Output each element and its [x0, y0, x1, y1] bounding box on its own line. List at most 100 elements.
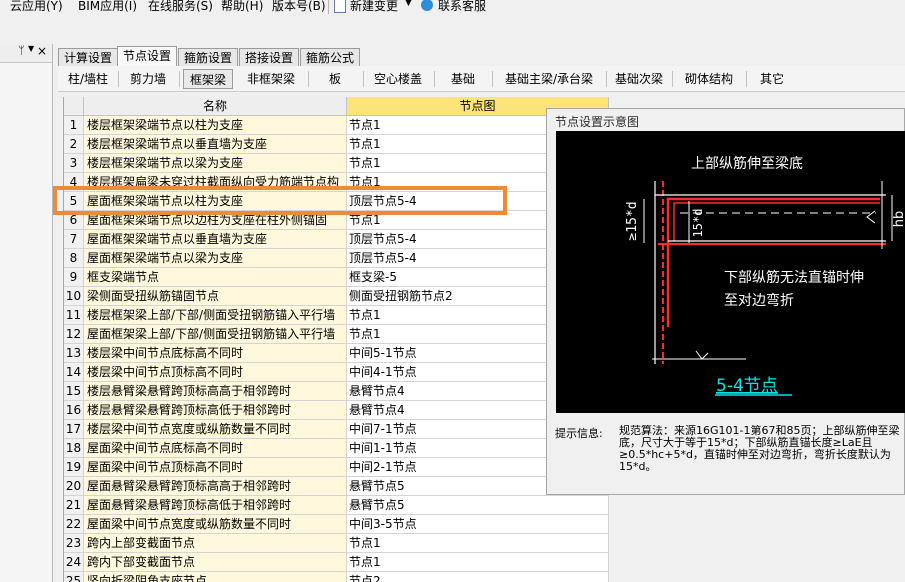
menu-version[interactable]: 版本号(B) [272, 0, 326, 14]
toolbar-shear-wall[interactable]: 剪力墙 [122, 69, 174, 89]
row-name-cell: 楼层框架梁端节点以垂直墙为支座 [84, 135, 347, 154]
tab-stirrup-formula[interactable]: 箍筋公式 [300, 48, 361, 66]
row-name-cell: 跨内上部变截面节点 [84, 534, 347, 553]
tab-stirrup-settings[interactable]: 箍筋设置 [178, 48, 239, 66]
row-number: 25 [64, 572, 84, 582]
tab-node-settings[interactable]: 节点设置 [117, 46, 178, 67]
customer-service-icon [421, 0, 433, 11]
row-name-cell: 楼层梁中间节点宽度或纵筋数量不同时 [84, 420, 347, 439]
table-row[interactable]: 12 屋面框架梁上部/下部/侧面受扭钢筋锚入平行墙 节点1 [64, 325, 609, 344]
row-highlight-box [53, 186, 507, 215]
row-number: 19 [64, 458, 84, 477]
row-number: 24 [64, 553, 84, 572]
toolbar-column-wall[interactable]: 柱/墙柱 [62, 69, 114, 89]
toolbar-hollow-floor[interactable]: 空心楼盖 [366, 69, 430, 89]
node-diagram-svg: 上部纵筋伸至梁底 hb ≥15*d 15*d 下部纵筋无法直锚时伸 至对边弯折 … [625, 155, 905, 396]
table-row[interactable]: 2 楼层框架梁端节点以垂直墙为支座 节点1 [64, 135, 609, 154]
panel-title: 节点设置示意图 [555, 115, 640, 129]
dock-menu-icon[interactable]: ▼ [28, 44, 34, 53]
row-name-cell: 楼层梁中间节点底标高不同时 [84, 344, 347, 363]
toolbar-masonry[interactable]: 砌体结构 [676, 69, 742, 89]
row-name-cell: 楼层框架梁端节点以柱为支座 [84, 116, 347, 135]
table-row[interactable]: 8 屋面框架梁端节点以梁为支座 顶层节点5-4 [64, 249, 609, 268]
new-change-button[interactable]: 新建变更 [350, 0, 398, 14]
node-settings-table: 名称 节点图 1 楼层框架梁端节点以柱为支座 节点1 2 楼层框架梁端节点以垂直墙为支座… [63, 97, 609, 582]
row-name-cell: 屋面梁中间节点宽度或纵筋数量不同时 [84, 515, 347, 534]
close-icon[interactable]: × [37, 44, 47, 58]
row-number: 7 [64, 230, 84, 249]
toolbar-separator [434, 71, 435, 87]
row-number: 9 [64, 268, 84, 287]
table-row[interactable]: 11 楼层框架梁上部/下部/侧面受扭钢筋锚入平行墙 节点1 [64, 306, 609, 325]
row-number: 12 [64, 325, 84, 344]
table-row[interactable]: 15 楼层悬臂梁悬臂跨顶标高高于相邻跨时 悬臂节点4 [64, 382, 609, 401]
toolbar-separator [308, 71, 309, 87]
tab-lap-settings[interactable]: 搭接设置 [239, 48, 300, 66]
toolbar-other[interactable]: 其它 [750, 69, 794, 89]
menu-help[interactable]: 帮助(H) [221, 0, 263, 14]
toolbar-separator [492, 71, 493, 87]
table-row[interactable]: 24 跨内下部变截面节点 节点1 [64, 553, 609, 572]
toolbar-separator [606, 71, 607, 87]
table-row[interactable]: 21 屋面悬臂梁悬臂跨顶标高低于相邻跨时 悬臂节点5 [64, 496, 609, 515]
row-number: 18 [64, 439, 84, 458]
table-row[interactable]: 17 楼层梁中间节点宽度或纵筋数量不同时 中间7-1节点 [64, 420, 609, 439]
pin-icon[interactable]: ᛘ [18, 44, 25, 57]
hb-label: hb [892, 211, 905, 228]
row-name-cell: 楼层框架梁上部/下部/侧面受扭钢筋锚入平行墙 [84, 306, 347, 325]
row-node-cell[interactable]: 节点2 [347, 572, 609, 582]
row-number: 22 [64, 515, 84, 534]
table-row[interactable]: 7 屋面框架梁端节点以垂直墙为支座 顶层节点5-4 [64, 230, 609, 249]
row-name-cell: 屋面梁中间节点底标高不同时 [84, 439, 347, 458]
row-number: 15 [64, 382, 84, 401]
table-row[interactable]: 14 楼层梁中间节点顶标高不同时 中间4-1节点 [64, 363, 609, 382]
table-row[interactable]: 22 屋面梁中间节点宽度或纵筋数量不同时 中间3-5节点 [64, 515, 609, 534]
table-row[interactable]: 13 楼层梁中间节点底标高不同时 中间5-1节点 [64, 344, 609, 363]
table-row[interactable]: 1 楼层框架梁端节点以柱为支座 节点1 [64, 116, 609, 135]
table-row[interactable]: 3 楼层框架梁端节点以梁为支座 节点1 [64, 154, 609, 173]
row-name-cell: 屋面框架梁端节点以垂直墙为支座 [84, 230, 347, 249]
toolbar-frame-beam[interactable]: 框架梁 [183, 69, 233, 89]
toolbar-separator [672, 71, 673, 87]
tab-calc-settings[interactable]: 计算设置 [58, 48, 119, 66]
row-name-cell: 竖向折梁阴角支座节点 [84, 572, 347, 582]
row-name-cell: 楼层梁中间节点顶标高不同时 [84, 363, 347, 382]
table-row[interactable]: 10 梁侧面受扭纵筋锚固节点 侧面受扭钢筋节点2 [64, 287, 609, 306]
node-diagram-panel: 节点设置示意图 上部纵筋伸至梁底 hb ≥15*d 15*d 下部纵筋无法直锚时… [546, 108, 905, 495]
diagram-bottom-text-1: 下部纵筋无法直锚时伸 [724, 269, 864, 286]
toolbar-separator [363, 71, 364, 87]
row-node-cell[interactable]: 中间3-5节点 [347, 515, 609, 534]
toolbar-foundation-main-beam[interactable]: 基础主梁/承台梁 [496, 69, 602, 89]
row-node-cell[interactable]: 节点1 [347, 534, 609, 553]
chevron-down-icon[interactable]: ▼ [405, 0, 412, 8]
menu-bim[interactable]: BIM应用(I) [78, 0, 137, 14]
left-dimension-label: ≥15*d [625, 201, 640, 240]
node-label: 5-4节点 [716, 376, 778, 396]
toolbar-foundation[interactable]: 基础 [438, 69, 488, 89]
row-name-cell: 楼层悬臂梁悬臂跨顶标高高于相邻跨时 [84, 382, 347, 401]
menu-cloud[interactable]: 云应用(Y) [10, 0, 63, 14]
row-name-cell: 跨内下部变截面节点 [84, 553, 347, 572]
component-toolbar: 柱/墙柱 剪力墙 框架梁 非框架梁 板 空心楼盖 基础 基础主梁/承台梁 基础次… [58, 66, 905, 92]
toolbar-foundation-secondary-beam[interactable]: 基础次梁 [610, 69, 668, 89]
row-number: 3 [64, 154, 84, 173]
row-number: 2 [64, 135, 84, 154]
row-name-cell: 框支梁端节点 [84, 268, 347, 287]
toolbar-non-frame-beam[interactable]: 非框架梁 [240, 69, 302, 89]
table-row[interactable]: 20 屋面悬臂梁悬臂跨顶标高高于相邻跨时 悬臂节点5 [64, 477, 609, 496]
toolbar-slab[interactable]: 板 [312, 69, 358, 89]
table-row[interactable]: 23 跨内上部变截面节点 节点1 [64, 534, 609, 553]
table-row[interactable]: 16 楼层悬臂梁悬臂跨顶标高低于相邻跨时 悬臂节点4 [64, 401, 609, 420]
table-row[interactable]: 25 竖向折梁阴角支座节点 节点2 [64, 572, 609, 582]
service-button[interactable]: 联系客服 [438, 0, 486, 14]
new-change-icon [334, 0, 346, 13]
table-row[interactable]: 9 框支梁端节点 框支梁-5 [64, 268, 609, 287]
row-node-cell[interactable]: 节点1 [347, 553, 609, 572]
table-row[interactable]: 18 屋面梁中间节点底标高不同时 中间1-1节点 [64, 439, 609, 458]
table-row[interactable]: 19 屋面梁中间节点顶标高不同时 中间2-1节点 [64, 458, 609, 477]
row-name-cell: 楼层框架梁端节点以梁为支座 [84, 154, 347, 173]
row-number: 17 [64, 420, 84, 439]
menu-online[interactable]: 在线服务(S) [148, 0, 213, 14]
row-name-cell: 屋面悬臂梁悬臂跨顶标高高于相邻跨时 [84, 477, 347, 496]
row-node-cell[interactable]: 悬臂节点5 [347, 496, 609, 515]
